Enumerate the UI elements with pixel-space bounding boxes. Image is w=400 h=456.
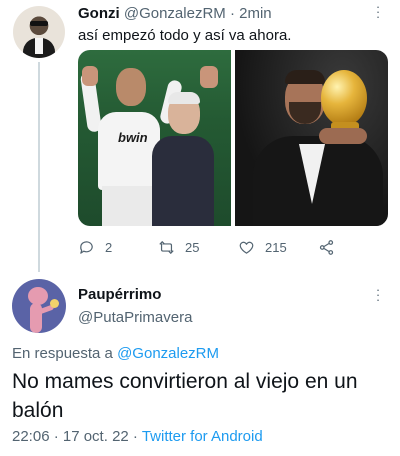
timestamp[interactable]: 22:06 · 17 oct. 22 ·	[12, 428, 142, 445]
photo-figure	[98, 112, 160, 190]
reply-text: No mames convirtieron al viejo en un bal…	[12, 370, 358, 422]
source-link[interactable]: Twitter for Android	[142, 428, 263, 445]
photo-benzema-ballon-dor[interactable]	[235, 50, 388, 226]
like-button[interactable]: 215	[238, 237, 287, 257]
avatar[interactable]	[12, 279, 66, 333]
retweet-icon	[159, 240, 174, 254]
tweet-text: así empezó todo y así va ahora.	[78, 27, 292, 44]
avatar-glasses	[30, 21, 48, 26]
parent-tweet[interactable]: Gonzi @GonzalezRM · 2min · · · así empezó …	[0, 0, 400, 272]
photo-figure	[319, 128, 367, 144]
photo-figure	[285, 70, 325, 84]
photo-figure	[200, 66, 218, 88]
reply-count: 2	[105, 239, 113, 255]
handle[interactable]: @GonzalezRM	[124, 5, 226, 22]
photo-figure	[102, 186, 158, 226]
photo-figure	[116, 68, 146, 106]
avatar-figure	[28, 287, 48, 305]
tweet-media: bwin	[78, 50, 388, 226]
avatar-figure	[50, 299, 59, 308]
more-vertical-icon[interactable]: · · ·	[372, 283, 384, 307]
replying-prefix: En respuesta a	[12, 345, 118, 362]
tweet-actions: 2 25 215	[78, 237, 388, 257]
tweet-meta: 22:06 · 17 oct. 22 · Twitter for Android	[12, 428, 263, 445]
reply-button[interactable]: 2	[78, 237, 112, 257]
share-icon	[319, 239, 334, 255]
replying-mention-link[interactable]: @GonzalezRM	[117, 345, 219, 362]
display-name[interactable]: Gonzi	[78, 5, 120, 22]
trophy-ball	[321, 70, 367, 126]
share-button[interactable]	[318, 237, 335, 257]
retweet-count: 25	[185, 239, 200, 255]
photo-figure	[152, 136, 214, 226]
reply-icon	[80, 240, 93, 254]
photo-figure	[168, 92, 200, 104]
photo-figure	[82, 66, 98, 86]
heart-icon	[239, 241, 254, 254]
time-ago[interactable]: 2min	[239, 5, 272, 22]
avatar-figure	[30, 303, 42, 333]
jersey-logo: bwin	[118, 130, 148, 145]
like-count: 215	[265, 239, 287, 255]
handle[interactable]: @PutaPrimavera	[78, 309, 192, 326]
replying-to: En respuesta a @GonzalezRM	[12, 345, 219, 362]
display-name[interactable]: Paupérrimo	[78, 286, 161, 303]
photo-benzema-young[interactable]: bwin	[78, 50, 231, 226]
avatar-shirt	[35, 38, 43, 54]
separator: ·	[225, 5, 240, 22]
avatar[interactable]	[13, 6, 65, 58]
tweet-header: Gonzi @GonzalezRM · 2min	[78, 5, 272, 22]
thread-line	[38, 62, 40, 272]
retweet-button[interactable]: 25	[158, 237, 199, 257]
more-vertical-icon[interactable]: · · ·	[372, 0, 384, 24]
